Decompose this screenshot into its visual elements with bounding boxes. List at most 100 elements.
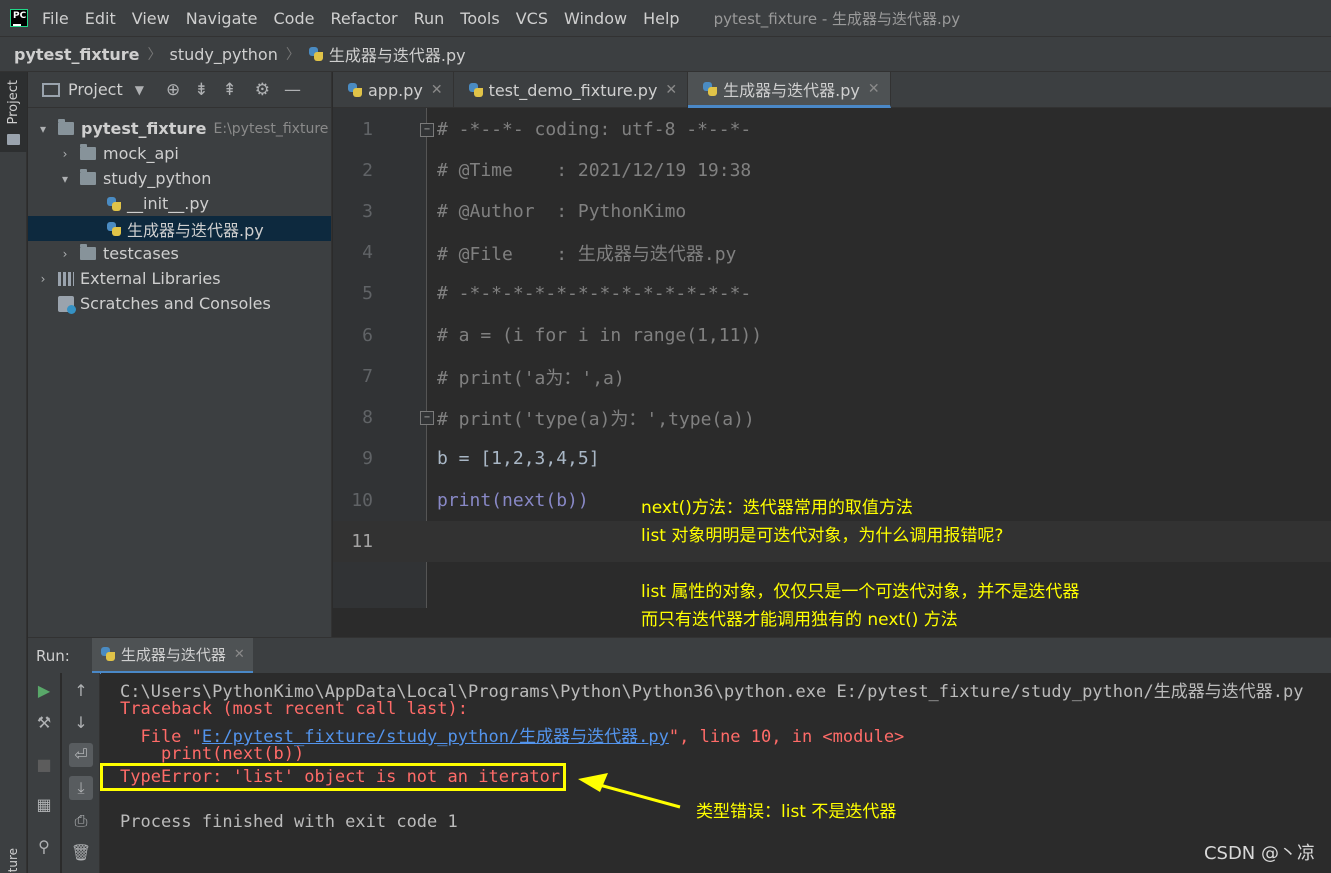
menu-run[interactable]: Run bbox=[414, 9, 445, 28]
chevron-right-icon[interactable]: › bbox=[36, 272, 50, 286]
code-editor[interactable]: 1 − # -*--*- coding: utf-8 -*--*- 2 # @T… bbox=[333, 108, 1331, 637]
pycharm-logo-icon: PC bbox=[10, 9, 28, 27]
breadcrumb: pytest_fixture 〉 study_python 〉 生成器与迭代器.… bbox=[0, 36, 1331, 72]
tab-label: 生成器与迭代器.py bbox=[723, 80, 860, 100]
menu-tools[interactable]: Tools bbox=[460, 9, 499, 28]
annotation-error-note: 类型错误：list 不是迭代器 bbox=[696, 802, 897, 822]
trash-icon[interactable]: 🗑 bbox=[69, 841, 93, 865]
tree-item-mock-api[interactable]: › mock_api bbox=[28, 141, 331, 166]
tree-item-external-libraries[interactable]: › External Libraries bbox=[28, 266, 331, 291]
run-panel-header: Run: 生成器与迭代器 ✕ bbox=[28, 637, 1331, 674]
menu-file[interactable]: File bbox=[42, 9, 69, 28]
gear-icon[interactable]: ⚙ bbox=[255, 80, 270, 100]
code-line: 5 # -*-*-*-*-*-*-*-*-*-*-*-*-*- bbox=[333, 273, 1331, 314]
tree-item-label: study_python bbox=[103, 169, 212, 188]
line-number: 4 bbox=[362, 242, 373, 263]
annotation-next-method: next()方法：迭代器常用的取值方法 bbox=[641, 498, 913, 518]
annotation-arrow-icon bbox=[578, 773, 681, 809]
menu-refactor[interactable]: Refactor bbox=[330, 9, 397, 28]
tree-item-path: E:\pytest_fixture bbox=[213, 120, 329, 137]
menu-vcs[interactable]: VCS bbox=[516, 9, 548, 28]
code-text: # a = (i for i in range(1,11)) bbox=[437, 325, 763, 346]
console-finished-line: Process finished with exit code 1 bbox=[120, 812, 458, 832]
tree-item-init[interactable]: __init__.py bbox=[28, 191, 331, 216]
tab-generator-file[interactable]: 生成器与迭代器.py ✕ bbox=[688, 72, 891, 108]
fold-icon[interactable]: − bbox=[420, 122, 434, 137]
run-label: Run: bbox=[36, 646, 70, 665]
tab-app-py[interactable]: app.py ✕ bbox=[333, 72, 454, 108]
menu-edit[interactable]: Edit bbox=[85, 9, 116, 28]
run-toolbar-primary: ▶ ⚒ ■ ▦ ⚲ bbox=[28, 673, 60, 873]
rerun-icon[interactable]: ▶ bbox=[32, 679, 56, 703]
python-file-icon bbox=[106, 196, 122, 212]
line-number: 10 bbox=[351, 490, 373, 511]
collapse-all-icon[interactable]: ⇞ bbox=[222, 80, 236, 100]
code-text: # @File : 生成器与迭代器.py bbox=[437, 243, 737, 265]
project-panel: Project ▼ ⊕ ⇟ ⇞ ⚙ — ▾ pytest_fixture E:\… bbox=[28, 72, 332, 637]
chevron-down-icon[interactable]: ▾ bbox=[36, 122, 50, 136]
code-line: 2 # @Time : 2021/12/19 19:38 bbox=[333, 150, 1331, 191]
python-file-icon bbox=[468, 82, 484, 98]
tree-item-label: mock_api bbox=[103, 144, 179, 163]
pin-icon[interactable]: ⚲ bbox=[32, 835, 56, 859]
python-file-icon bbox=[347, 82, 363, 98]
scroll-to-end-icon[interactable]: ⤓ bbox=[69, 776, 93, 800]
folder-icon bbox=[58, 119, 74, 135]
expand-all-icon[interactable]: ⇟ bbox=[194, 80, 208, 100]
menu-code[interactable]: Code bbox=[274, 9, 315, 28]
print-icon[interactable]: ⎙ bbox=[69, 809, 93, 833]
close-icon[interactable]: ✕ bbox=[665, 82, 677, 98]
run-toolbar-secondary: ↑ ↓ ⏎ ⤓ ⎙ 🗑 bbox=[62, 673, 100, 873]
tab-label: test_demo_fixture.py bbox=[488, 80, 658, 100]
breadcrumb-separator-icon: 〉 bbox=[147, 47, 162, 63]
code-line: 7 # print('a为：',a) bbox=[333, 356, 1331, 397]
python-file-icon bbox=[702, 81, 718, 97]
code-line: 6 # a = (i for i in range(1,11)) bbox=[333, 315, 1331, 356]
line-number: 3 bbox=[362, 201, 373, 222]
fold-icon[interactable]: − bbox=[420, 410, 434, 425]
hide-icon[interactable]: — bbox=[284, 80, 301, 100]
stop-icon[interactable]: ■ bbox=[32, 753, 56, 777]
menu-navigate[interactable]: Navigate bbox=[186, 9, 258, 28]
code-line: 3 # @Author : PythonKimo bbox=[333, 191, 1331, 232]
breadcrumb-project[interactable]: pytest_fixture bbox=[14, 45, 140, 64]
project-view-selector[interactable]: Project bbox=[68, 80, 123, 99]
structure-tool-tab[interactable]: Structure bbox=[6, 848, 20, 873]
menu-window[interactable]: Window bbox=[564, 9, 627, 28]
chevron-right-icon[interactable]: › bbox=[58, 147, 72, 161]
code-text: # @Author : PythonKimo bbox=[437, 201, 687, 222]
breadcrumb-folder[interactable]: study_python bbox=[170, 45, 278, 64]
scratches-icon bbox=[58, 295, 76, 314]
tree-item-testcases[interactable]: › testcases bbox=[28, 241, 331, 266]
tree-item-scratches[interactable]: Scratches and Consoles bbox=[28, 291, 331, 316]
breadcrumb-file[interactable]: 生成器与迭代器.py bbox=[329, 42, 466, 66]
chevron-down-icon[interactable]: ▼ bbox=[135, 83, 144, 97]
menu-view[interactable]: View bbox=[132, 9, 170, 28]
run-tab[interactable]: 生成器与迭代器 ✕ bbox=[91, 637, 253, 674]
project-tool-tab[interactable]: Project bbox=[0, 72, 27, 152]
folder-icon bbox=[80, 169, 96, 185]
line-number: 5 bbox=[362, 283, 373, 304]
close-icon[interactable]: ✕ bbox=[234, 647, 245, 662]
folder-icon bbox=[80, 144, 96, 160]
window-title: pytest_fixture - 生成器与迭代器.py bbox=[713, 9, 961, 28]
chevron-right-icon[interactable]: › bbox=[58, 247, 72, 261]
close-icon[interactable]: ✕ bbox=[868, 81, 880, 97]
menu-help[interactable]: Help bbox=[643, 9, 679, 28]
tab-test-demo-fixture[interactable]: test_demo_fixture.py ✕ bbox=[454, 72, 689, 108]
tree-item-generator-file[interactable]: 生成器与迭代器.py bbox=[28, 216, 331, 241]
close-icon[interactable]: ✕ bbox=[431, 82, 443, 98]
line-number: 1 bbox=[362, 119, 373, 140]
arrow-up-icon[interactable]: ↑ bbox=[69, 679, 93, 703]
python-file-icon bbox=[100, 646, 116, 662]
layout-icon[interactable]: ▦ bbox=[32, 793, 56, 817]
chevron-down-icon[interactable]: ▾ bbox=[58, 172, 72, 186]
tree-item-root[interactable]: ▾ pytest_fixture E:\pytest_fixture bbox=[28, 116, 331, 141]
soft-wrap-icon[interactable]: ⏎ bbox=[69, 743, 93, 767]
wrench-icon[interactable]: ⚒ bbox=[32, 711, 56, 735]
code-line: 1 − # -*--*- coding: utf-8 -*--*- bbox=[333, 109, 1331, 150]
tree-item-study-python[interactable]: ▾ study_python bbox=[28, 166, 331, 191]
arrow-down-icon[interactable]: ↓ bbox=[69, 711, 93, 735]
locate-file-icon[interactable]: ⊕ bbox=[166, 80, 180, 100]
tree-item-label: testcases bbox=[103, 244, 179, 263]
